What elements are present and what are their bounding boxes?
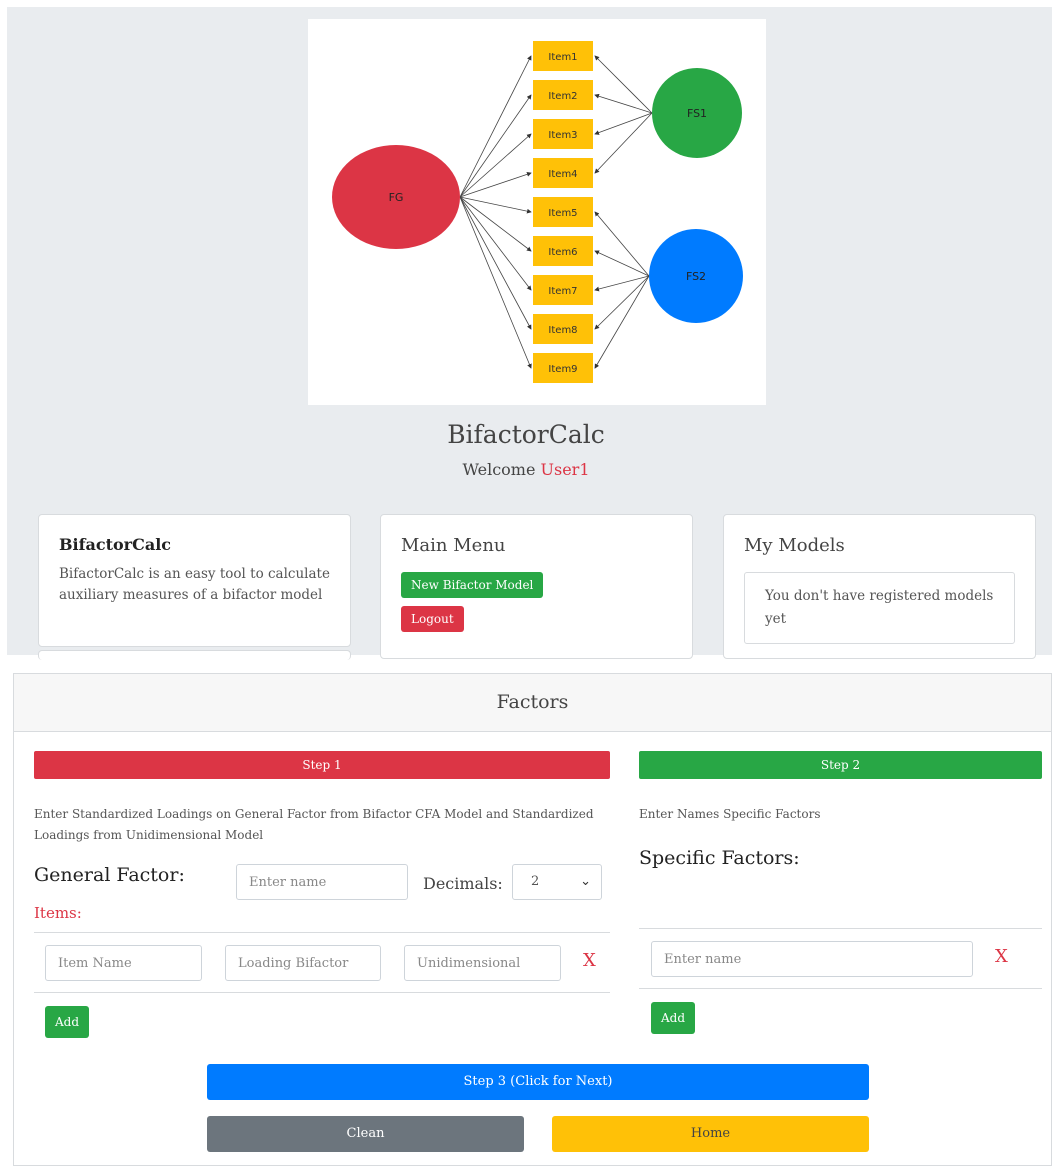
remove-specific-factor-button[interactable]: X: [995, 946, 1008, 967]
item-node-label: Item1: [548, 52, 577, 63]
specific-factor-node-label: FS2: [686, 270, 706, 283]
remove-item-button[interactable]: X: [583, 950, 596, 971]
logout-button[interactable]: Logout: [401, 606, 464, 632]
app-title: BifactorCalc: [447, 420, 605, 449]
specific-loading-arrow: [594, 112, 653, 135]
bifactor-diagram: Item1 Item2 Item3 Item4 Item5 Item6 Item7 Item8…: [308, 19, 766, 405]
divider: [639, 988, 1042, 989]
divider: [639, 928, 1042, 929]
step1-bar: Step 1: [34, 751, 610, 779]
item-node-label: Item5: [548, 208, 577, 219]
specific-factors-label: Specific Factors:: [639, 847, 800, 869]
about-title: BifactorCalc: [59, 535, 172, 554]
general-loading-arrow: [459, 94, 532, 198]
factors-panel: Factors Step 1 Step 2 Enter Standardized…: [13, 673, 1052, 1166]
step2-bar: Step 2: [639, 751, 1042, 779]
clean-button[interactable]: Clean: [207, 1116, 524, 1152]
step1-description: Enter Standardized Loadings on General F…: [34, 807, 594, 842]
welcome-prefix: Welcome: [462, 460, 541, 479]
specific-factor-name-input[interactable]: [651, 941, 973, 977]
item-node-label: Item6: [548, 247, 577, 258]
my-models-card: My Models You don't have registered mode…: [723, 514, 1036, 659]
specific-loading-arrow: [594, 275, 650, 292]
item-node-label: Item4: [548, 169, 577, 180]
main-menu-title: Main Menu: [401, 535, 506, 556]
new-bifactor-model-button[interactable]: New Bifactor Model: [401, 572, 544, 598]
item-node-label: Item3: [548, 130, 577, 141]
general-loading-arrow: [459, 196, 532, 291]
general-factor-name-input[interactable]: [236, 864, 408, 900]
general-factor-label: General Factor:: [34, 864, 185, 886]
unidimensional-input[interactable]: [404, 945, 561, 981]
general-loading-arrow: [459, 196, 532, 214]
specific-loading-arrow: [594, 250, 650, 277]
item-node-label: Item2: [548, 91, 577, 102]
decimals-select[interactable]: 2 ⌄: [512, 864, 602, 900]
my-models-title: My Models: [744, 535, 845, 556]
general-factor-node-label: FG: [389, 191, 404, 204]
factors-title: Factors: [14, 674, 1051, 732]
general-loading-arrow: [459, 196, 532, 369]
divider: [34, 932, 610, 933]
specific-loading-arrow: [594, 275, 650, 369]
add-item-button[interactable]: Add: [45, 1006, 90, 1038]
general-loading-arrow: [459, 196, 532, 330]
general-loading-arrow: [459, 55, 532, 198]
specific-loading-arrow: [594, 211, 650, 277]
specific-loading-arrow: [594, 55, 653, 114]
chevron-down-icon: ⌄: [580, 874, 591, 889]
user-name: User1: [540, 460, 590, 479]
specific-loading-arrow: [594, 112, 653, 174]
items-label: Items:: [34, 904, 82, 922]
specific-loading-arrow: [594, 275, 650, 330]
home-button[interactable]: Home: [552, 1116, 869, 1152]
decimals-value: 2: [531, 874, 540, 889]
specific-factor-node-label: FS1: [687, 107, 707, 120]
item-node-label: Item8: [548, 325, 577, 336]
about-text: BifactorCalc is an easy tool to calculat…: [59, 566, 330, 603]
item-name-input[interactable]: [45, 945, 202, 981]
divider: [34, 992, 610, 993]
general-loading-arrow: [459, 133, 532, 198]
loading-bifactor-input[interactable]: [225, 945, 381, 981]
models-empty-message: You don't have registered models yet: [744, 572, 1015, 644]
bifactor-diagram-svg: Item1 Item2 Item3 Item4 Item5 Item6 Item7 Item8…: [332, 41, 743, 383]
welcome-message: Welcome User1: [0, 460, 1052, 479]
main-menu-card: Main Menu New Bifactor Model Logout: [380, 514, 693, 659]
item-node-label: Item9: [548, 364, 577, 375]
step3-next-button[interactable]: Step 3 (Click for Next): [207, 1064, 869, 1100]
step2-description: Enter Names Specific Factors: [639, 807, 821, 821]
decimals-label: Decimals:: [423, 874, 503, 893]
card-stub: [38, 650, 351, 660]
item-node-label: Item7: [548, 286, 577, 297]
add-specific-factor-button[interactable]: Add: [651, 1002, 696, 1034]
about-card: BifactorCalc BifactorCalc is an easy too…: [38, 514, 351, 647]
